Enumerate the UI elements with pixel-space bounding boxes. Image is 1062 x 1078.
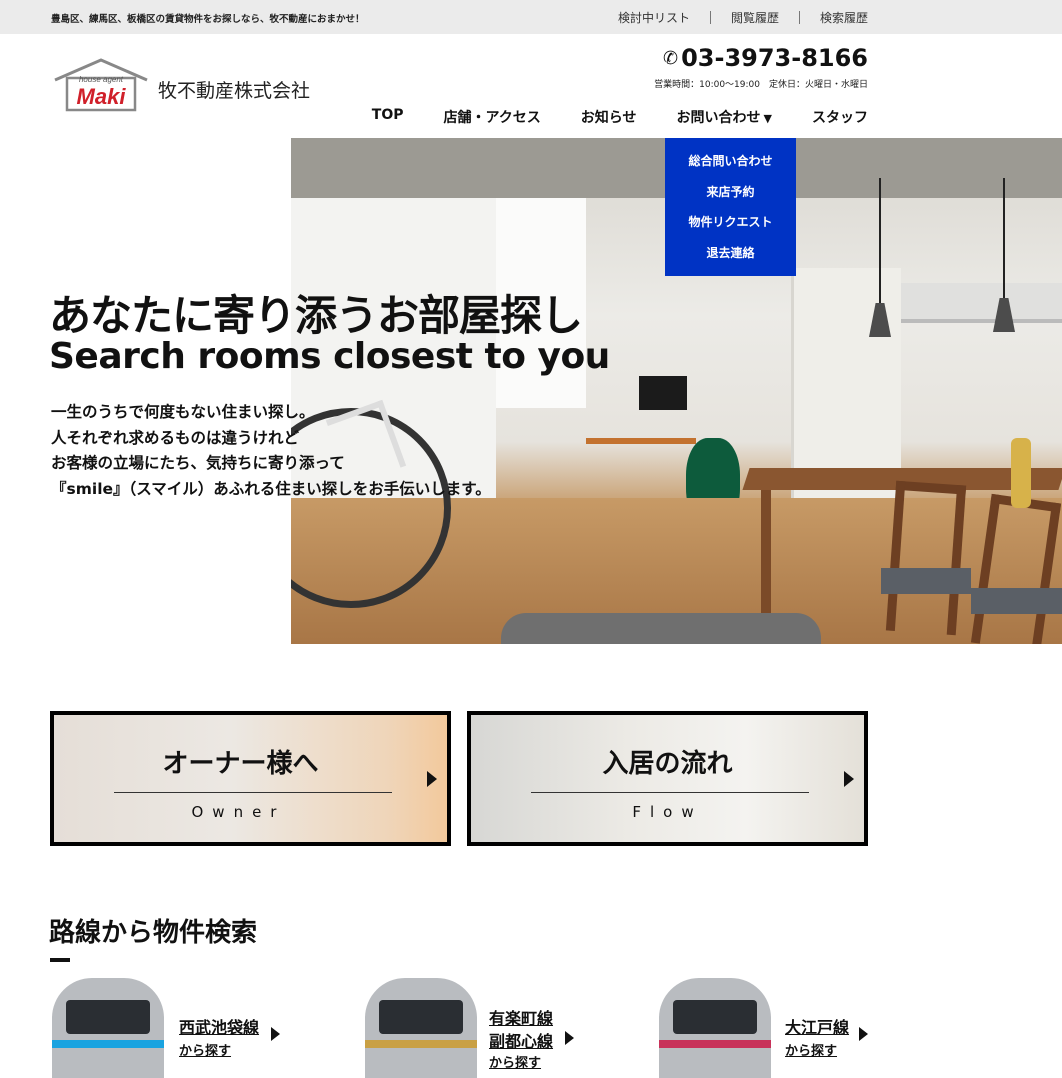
search-history-link[interactable]: 検索履歴: [800, 9, 868, 26]
browse-history-link[interactable]: 閲覧履歴: [711, 9, 799, 26]
flow-card-title: 入居の流れ: [602, 749, 733, 779]
logo[interactable]: house agent Maki: [51, 56, 151, 112]
from-label: から探す: [179, 1044, 232, 1059]
line-name: 西武池袋線: [179, 1018, 260, 1037]
line-name: 副都心線: [489, 1032, 554, 1051]
hero-subtitle: Search rooms closest to you: [49, 336, 610, 377]
phone-icon: ✆: [662, 47, 679, 69]
nav-store-access[interactable]: 店舗・アクセス: [443, 107, 540, 127]
line-item-oedo[interactable]: 大江戸線 から探す: [659, 978, 889, 1078]
hero-body-line: 人それぞれ求めるものは違うけれど: [51, 428, 300, 447]
from-label: から探す: [489, 1056, 542, 1071]
dropdown-item-general-inquiry[interactable]: 総合問い合わせ: [688, 152, 772, 183]
hero-body-line: お客様の立場にたち、気持ちに寄り添って: [51, 454, 345, 472]
nav-contact-label: お問い合わせ: [676, 110, 761, 126]
business-hours: 営業時間：10:00～19:00 定休日：火曜日・水曜日: [654, 80, 868, 90]
from-label: から探す: [785, 1044, 838, 1059]
phone-text: 03-3973-8166: [681, 44, 868, 72]
hero-body: 一生のうちで何度もない住まい探し。 人それぞれ求めるものは違うけれど お客様の立…: [51, 400, 491, 502]
line-item-seibu-ikebukuro[interactable]: 西武池袋線 から探す: [52, 978, 282, 1078]
line-search-title: 路線から物件検索: [49, 918, 258, 948]
consider-list-link[interactable]: 検討中リスト: [598, 9, 710, 26]
arrow-right-icon: [844, 771, 854, 787]
hero-title: あなたに寄り添うお部屋探し: [49, 291, 583, 340]
nav-contact[interactable]: お問い合わせ ▼: [677, 107, 772, 127]
caret-down-icon: ▼: [763, 112, 772, 125]
top-bar: 豊島区、練馬区、板橋区の賃貸物件をお探しなら、牧不動産におまかせ！ 検討中リスト…: [0, 0, 1062, 34]
flow-card-en: Flow: [632, 803, 703, 821]
hero-body-line: 一生のうちで何度もない住まい探し。: [51, 403, 315, 421]
owner-card[interactable]: オーナー様へ Owner: [50, 711, 451, 846]
line-item-yurakucho-fukutoshin[interactable]: 有楽町線 副都心線 から探す: [365, 978, 595, 1078]
arrow-right-icon: [427, 771, 437, 787]
contact-dropdown-menu: 総合問い合わせ 来店予約 物件リクエスト 退去連絡: [665, 138, 796, 276]
flow-card[interactable]: 入居の流れ Flow: [467, 711, 868, 846]
line-name: 有楽町線: [489, 1009, 554, 1028]
arrow-right-icon: [859, 1027, 868, 1041]
house-logo-icon: house agent Maki: [54, 58, 148, 112]
company-name: 牧不動産株式会社: [158, 80, 311, 102]
main-nav: TOP 店舗・アクセス お知らせ お問い合わせ ▼ スタッフ: [372, 107, 868, 127]
dropdown-item-property-request[interactable]: 物件リクエスト: [688, 213, 772, 244]
owner-card-title: オーナー様へ: [162, 749, 319, 779]
train-image: [52, 978, 164, 1078]
section-rule: [50, 958, 70, 962]
nav-staff[interactable]: スタッフ: [812, 107, 868, 127]
nav-top[interactable]: TOP: [372, 107, 404, 127]
dropdown-item-visit-reservation[interactable]: 来店予約: [706, 183, 754, 214]
phone-number[interactable]: ✆ 03-3973-8166: [663, 44, 868, 72]
divider: [114, 792, 392, 793]
owner-card-en: Owner: [191, 803, 286, 821]
line-name: 大江戸線: [785, 1018, 850, 1037]
top-links: 検討中リスト 閲覧履歴 検索履歴: [598, 9, 868, 26]
train-image: [365, 978, 477, 1078]
tagline: 豊島区、練馬区、板橋区の賃貸物件をお探しなら、牧不動産におまかせ！: [51, 14, 365, 25]
dropdown-item-moveout-notice[interactable]: 退去連絡: [706, 244, 754, 275]
logo-small-text: house agent: [79, 75, 124, 84]
divider: [531, 792, 809, 793]
logo-main-text: Maki: [77, 84, 127, 109]
arrow-right-icon: [271, 1027, 280, 1041]
nav-news[interactable]: お知らせ: [581, 107, 637, 127]
hero-body-line: 『smile』（スマイル）あふれる住まい探しをお手伝いします。: [51, 479, 491, 498]
arrow-right-icon: [565, 1031, 574, 1045]
train-image: [659, 978, 771, 1078]
